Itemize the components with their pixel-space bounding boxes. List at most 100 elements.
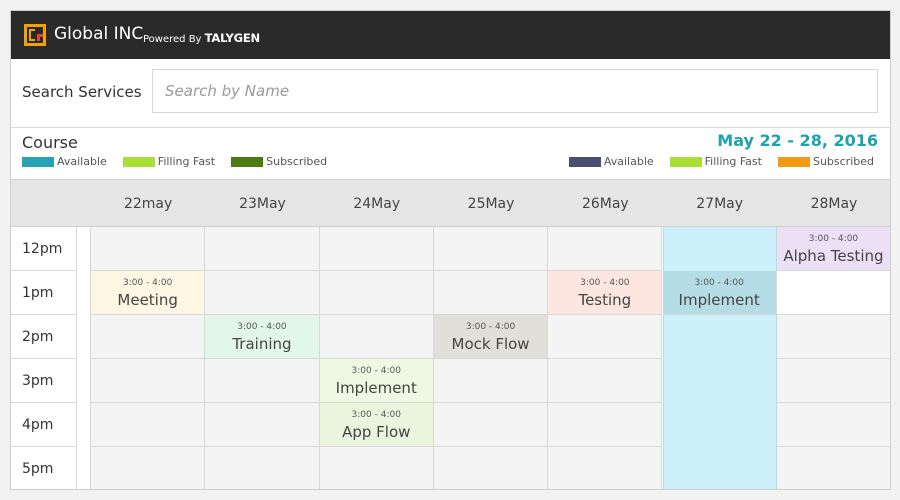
event-name: Alpha Testing <box>783 247 884 265</box>
calendar-cell[interactable] <box>433 271 549 315</box>
time-label: 5pm <box>11 447 77 489</box>
legend-item: Available <box>22 155 107 168</box>
calendar-cell[interactable] <box>205 447 320 489</box>
day-header: 23May <box>239 196 286 212</box>
legend-item: Subscribed <box>777 155 874 168</box>
calendar-cell[interactable] <box>433 227 549 271</box>
gutter <box>77 227 91 489</box>
calendar-cell[interactable] <box>433 403 549 447</box>
legend-swatch <box>777 156 810 167</box>
event-block[interactable]: 3:00 - 4:00 Training <box>205 315 320 359</box>
event-time: 3:00 - 4:00 <box>694 278 744 288</box>
time-label: 2pm <box>11 315 77 359</box>
event-block[interactable]: 3:00 - 4:00 Implement <box>319 359 434 403</box>
legend-right: Available Filling Fast Subscribed <box>568 155 890 168</box>
day-header: 28May <box>810 196 858 212</box>
event-name: Testing <box>578 291 632 309</box>
event-block[interactable]: 3:00 - 4:00 Meeting <box>91 271 206 315</box>
calendar-cell[interactable] <box>91 359 206 403</box>
calendar-cell[interactable] <box>319 315 434 359</box>
day-header: 25May <box>467 196 515 212</box>
calendar-cell[interactable] <box>205 271 320 315</box>
event-name: Implement <box>678 291 760 309</box>
legend-swatch <box>669 156 702 167</box>
calendar-cell[interactable] <box>91 403 206 447</box>
event-block[interactable]: 3:00 - 4:00 Implement <box>662 271 777 315</box>
event-time: 3:00 - 4:00 <box>580 278 630 288</box>
calendar-grid: 22may 23May 24May 25May 26May 27May 28May 12pm… <box>11 179 890 489</box>
legend-item: Available <box>568 155 654 168</box>
availability-block[interactable] <box>662 227 777 489</box>
brand-name: Global INC <box>54 24 144 44</box>
search-label: Search Services <box>22 83 142 101</box>
calendar-cell[interactable] <box>433 359 549 403</box>
event-name: Training <box>232 335 292 353</box>
calendar-cell[interactable] <box>776 447 890 489</box>
calendar-cell[interactable] <box>776 271 890 315</box>
legend-swatch <box>22 156 54 167</box>
legend-swatch <box>568 156 601 167</box>
event-time: 3:00 - 4:00 <box>351 366 401 376</box>
powered-by: Powered By TALYGEN <box>143 31 260 45</box>
day-header: 22may <box>123 196 173 212</box>
event-name: App Flow <box>342 423 411 441</box>
calendar-cell[interactable] <box>319 227 434 271</box>
time-label: 4pm <box>11 403 77 447</box>
time-label: 3pm <box>11 359 77 403</box>
calendar-cell[interactable] <box>91 315 206 359</box>
event-time: 3:00 - 4:00 <box>351 410 401 420</box>
legend-item: Filling Fast <box>122 155 216 168</box>
time-label: 1pm <box>11 271 77 315</box>
event-block[interactable]: 3:00 - 4:00 Alpha Testing <box>776 227 890 271</box>
calendar-cell[interactable] <box>548 315 663 359</box>
calendar-cell[interactable] <box>548 227 663 271</box>
calendar-header: 22may 23May 24May 25May 26May 27May 28May <box>11 179 890 227</box>
legend-label: Filling Fast <box>704 155 762 168</box>
calendar-cell[interactable] <box>548 447 663 489</box>
time-label: 12pm <box>11 227 77 271</box>
legend-swatch <box>122 156 155 167</box>
legend-label: Subscribed <box>812 155 874 168</box>
calendar-cell[interactable] <box>776 315 890 359</box>
calendar-cell[interactable] <box>433 447 549 489</box>
legend-label: Available <box>603 155 654 168</box>
calendar-cell[interactable] <box>548 359 663 403</box>
legend-left: Available Filling Fast Subscribed <box>22 155 343 168</box>
calendar-cell[interactable] <box>205 403 320 447</box>
event-time: 3:00 - 4:00 <box>465 322 516 332</box>
search-input[interactable] <box>152 69 878 113</box>
day-header: 26May <box>581 196 629 212</box>
calendar-cell[interactable] <box>91 447 206 489</box>
event-time: 3:00 - 4:00 <box>808 234 859 244</box>
event-block[interactable]: 3:00 - 4:00 App Flow <box>319 403 434 447</box>
calendar-cell[interactable] <box>776 359 890 403</box>
calendar-cell[interactable] <box>91 227 206 271</box>
search-row: Search Services <box>11 59 890 128</box>
legend-item: Subscribed <box>231 155 327 168</box>
day-header: 27May <box>696 196 744 212</box>
legend-label: Subscribed <box>266 155 328 168</box>
event-name: Implement <box>335 379 417 397</box>
calendar-cell[interactable] <box>776 403 890 447</box>
course-title: Course <box>22 133 78 152</box>
legend-swatch <box>231 156 264 167</box>
legend-label: Filling Fast <box>157 155 216 168</box>
app-frame: Global INC Powered By TALYGEN Search Ser… <box>10 10 891 490</box>
event-time: 3:00 - 4:00 <box>122 278 173 288</box>
event-time: 3:00 - 4:00 <box>237 322 287 332</box>
calendar-cell[interactable] <box>319 447 434 489</box>
legend-label: Available <box>57 155 107 168</box>
event-name: Mock Flow <box>451 335 530 353</box>
date-range: May 22 - 28, 2016 <box>717 131 878 150</box>
calendar-cell[interactable] <box>548 403 663 447</box>
logo-icon <box>24 24 46 46</box>
powered-brand: TALYGEN <box>204 31 260 45</box>
event-block[interactable]: 3:00 - 4:00 Testing <box>548 271 663 315</box>
calendar-cell[interactable] <box>205 227 320 271</box>
day-header: 24May <box>353 196 401 212</box>
event-name: Meeting <box>117 291 178 309</box>
calendar-cell[interactable] <box>319 271 434 315</box>
calendar-cell[interactable] <box>205 359 320 403</box>
event-block[interactable]: 3:00 - 4:00 Mock Flow <box>433 315 549 359</box>
legend-item: Filling Fast <box>669 155 762 168</box>
